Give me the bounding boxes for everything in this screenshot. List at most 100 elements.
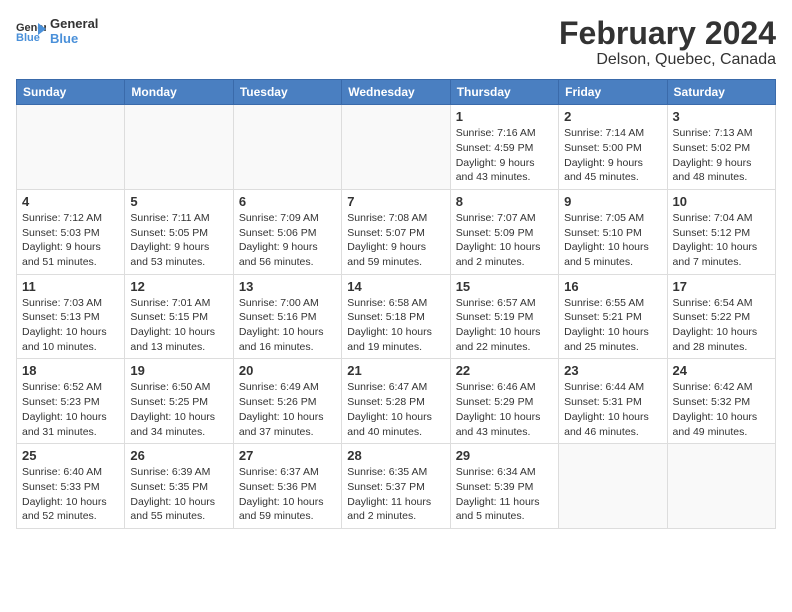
day-number: 3 bbox=[673, 109, 770, 124]
calendar-cell: 11Sunrise: 7:03 AMSunset: 5:13 PMDayligh… bbox=[17, 274, 125, 359]
day-detail: Sunrise: 7:12 AMSunset: 5:03 PMDaylight:… bbox=[22, 211, 119, 270]
day-number: 29 bbox=[456, 448, 553, 463]
calendar-cell: 12 Sunrise: 7:01 AMSunset: 5:15 PMDayligh… bbox=[125, 274, 233, 359]
day-detail: Sunrise: 7:00 AMSunset: 5:16 PMDaylight:… bbox=[239, 296, 336, 355]
calendar-cell: 25 Sunrise: 6:40 AMSunset: 5:33 PMDayligh… bbox=[17, 444, 125, 529]
calendar-cell: 1 Sunrise: 7:16 AMSunset: 4:59 PMDaylight… bbox=[450, 105, 558, 190]
day-detail: Sunrise: 7:16 AMSunset: 4:59 PMDaylight:… bbox=[456, 126, 553, 185]
calendar-cell: 5Sunrise: 7:11 AMSunset: 5:05 PMDaylight… bbox=[125, 189, 233, 274]
calendar-week-5: 25 Sunrise: 6:40 AMSunset: 5:33 PMDayligh… bbox=[17, 444, 776, 529]
title-block: February 2024 Delson, Quebec, Canada bbox=[559, 16, 776, 69]
day-number: 18 bbox=[22, 363, 119, 378]
logo-general: General bbox=[50, 16, 98, 31]
calendar-cell: 6 Sunrise: 7:09 AMSunset: 5:06 PMDaylight… bbox=[233, 189, 341, 274]
day-number: 6 bbox=[239, 194, 336, 209]
calendar-cell: 15Sunrise: 6:57 AMSunset: 5:19 PMDayligh… bbox=[450, 274, 558, 359]
calendar-cell: 2 Sunrise: 7:14 AMSunset: 5:00 PMDaylight… bbox=[559, 105, 667, 190]
day-number: 19 bbox=[130, 363, 227, 378]
calendar-body: 1 Sunrise: 7:16 AMSunset: 4:59 PMDaylight… bbox=[17, 105, 776, 529]
day-detail: Sunrise: 6:47 AMSunset: 5:28 PMDaylight:… bbox=[347, 380, 444, 439]
calendar-cell: 21 Sunrise: 6:47 AMSunset: 5:28 PMDayligh… bbox=[342, 359, 450, 444]
day-number: 5 bbox=[130, 194, 227, 209]
day-number: 17 bbox=[673, 279, 770, 294]
weekday-header-row: SundayMondayTuesdayWednesdayThursdayFrid… bbox=[17, 80, 776, 105]
weekday-header-monday: Monday bbox=[125, 80, 233, 105]
calendar-cell: 3 Sunrise: 7:13 AMSunset: 5:02 PMDaylight… bbox=[667, 105, 775, 190]
day-number: 23 bbox=[564, 363, 661, 378]
svg-text:Blue: Blue bbox=[16, 32, 40, 43]
day-detail: Sunrise: 6:54 AMSunset: 5:22 PMDaylight:… bbox=[673, 296, 770, 355]
calendar-cell: 16Sunrise: 6:55 AMSunset: 5:21 PMDayligh… bbox=[559, 274, 667, 359]
day-number: 1 bbox=[456, 109, 553, 124]
calendar-header: SundayMondayTuesdayWednesdayThursdayFrid… bbox=[17, 80, 776, 105]
day-number: 21 bbox=[347, 363, 444, 378]
weekday-header-wednesday: Wednesday bbox=[342, 80, 450, 105]
day-number: 28 bbox=[347, 448, 444, 463]
calendar-cell: 23 Sunrise: 6:44 AMSunset: 5:31 PMDayligh… bbox=[559, 359, 667, 444]
day-detail: Sunrise: 6:46 AMSunset: 5:29 PMDaylight:… bbox=[456, 380, 553, 439]
day-detail: Sunrise: 7:14 AMSunset: 5:00 PMDaylight:… bbox=[564, 126, 661, 185]
day-number: 22 bbox=[456, 363, 553, 378]
day-detail: Sunrise: 6:34 AMSunset: 5:39 PMDaylight:… bbox=[456, 465, 553, 524]
calendar-cell bbox=[233, 105, 341, 190]
day-detail: Sunrise: 6:44 AMSunset: 5:31 PMDaylight:… bbox=[564, 380, 661, 439]
day-detail: Sunrise: 6:49 AMSunset: 5:26 PMDaylight:… bbox=[239, 380, 336, 439]
day-number: 4 bbox=[22, 194, 119, 209]
day-detail: Sunrise: 6:39 AMSunset: 5:35 PMDaylight:… bbox=[130, 465, 227, 524]
calendar-cell: 18 Sunrise: 6:52 AMSunset: 5:23 PMDayligh… bbox=[17, 359, 125, 444]
weekday-header-tuesday: Tuesday bbox=[233, 80, 341, 105]
calendar-week-2: 4 Sunrise: 7:12 AMSunset: 5:03 PMDaylight… bbox=[17, 189, 776, 274]
calendar-cell: 17 Sunrise: 6:54 AMSunset: 5:22 PMDayligh… bbox=[667, 274, 775, 359]
day-number: 27 bbox=[239, 448, 336, 463]
day-detail: Sunrise: 6:50 AMSunset: 5:25 PMDaylight:… bbox=[130, 380, 227, 439]
logo: General Blue General Blue bbox=[16, 16, 98, 46]
page-title: February 2024 bbox=[559, 16, 776, 51]
logo-icon: General Blue bbox=[16, 19, 46, 43]
calendar-cell: 9Sunrise: 7:05 AMSunset: 5:10 PMDaylight… bbox=[559, 189, 667, 274]
day-detail: Sunrise: 6:40 AMSunset: 5:33 PMDaylight:… bbox=[22, 465, 119, 524]
calendar-cell: 27 Sunrise: 6:37 AMSunset: 5:36 PMDayligh… bbox=[233, 444, 341, 529]
logo-blue: Blue bbox=[50, 31, 98, 46]
calendar-cell: 20 Sunrise: 6:49 AMSunset: 5:26 PMDayligh… bbox=[233, 359, 341, 444]
weekday-header-friday: Friday bbox=[559, 80, 667, 105]
calendar-cell: 13Sunrise: 7:00 AMSunset: 5:16 PMDayligh… bbox=[233, 274, 341, 359]
day-detail: Sunrise: 7:08 AMSunset: 5:07 PMDaylight:… bbox=[347, 211, 444, 270]
calendar-week-1: 1 Sunrise: 7:16 AMSunset: 4:59 PMDaylight… bbox=[17, 105, 776, 190]
page-header: General Blue General Blue February 2024 … bbox=[16, 16, 776, 69]
calendar-cell: 8 Sunrise: 7:07 AMSunset: 5:09 PMDaylight… bbox=[450, 189, 558, 274]
calendar-cell: 19 Sunrise: 6:50 AMSunset: 5:25 PMDayligh… bbox=[125, 359, 233, 444]
day-number: 12 bbox=[130, 279, 227, 294]
day-number: 7 bbox=[347, 194, 444, 209]
day-detail: Sunrise: 7:03 AMSunset: 5:13 PMDaylight:… bbox=[22, 296, 119, 355]
weekday-header-saturday: Saturday bbox=[667, 80, 775, 105]
day-number: 25 bbox=[22, 448, 119, 463]
day-detail: Sunrise: 7:13 AMSunset: 5:02 PMDaylight:… bbox=[673, 126, 770, 185]
day-detail: Sunrise: 6:52 AMSunset: 5:23 PMDaylight:… bbox=[22, 380, 119, 439]
day-detail: Sunrise: 7:01 AMSunset: 5:15 PMDaylight:… bbox=[130, 296, 227, 355]
day-detail: Sunrise: 6:35 AMSunset: 5:37 PMDaylight:… bbox=[347, 465, 444, 524]
day-number: 26 bbox=[130, 448, 227, 463]
day-detail: Sunrise: 7:07 AMSunset: 5:09 PMDaylight:… bbox=[456, 211, 553, 270]
calendar-cell: 22 Sunrise: 6:46 AMSunset: 5:29 PMDayligh… bbox=[450, 359, 558, 444]
day-detail: Sunrise: 6:37 AMSunset: 5:36 PMDaylight:… bbox=[239, 465, 336, 524]
calendar-cell: 4 Sunrise: 7:12 AMSunset: 5:03 PMDaylight… bbox=[17, 189, 125, 274]
day-number: 10 bbox=[673, 194, 770, 209]
calendar-table: SundayMondayTuesdayWednesdayThursdayFrid… bbox=[16, 79, 776, 529]
day-number: 24 bbox=[673, 363, 770, 378]
day-number: 2 bbox=[564, 109, 661, 124]
day-detail: Sunrise: 7:05 AMSunset: 5:10 PMDaylight:… bbox=[564, 211, 661, 270]
day-detail: Sunrise: 7:09 AMSunset: 5:06 PMDaylight:… bbox=[239, 211, 336, 270]
calendar-cell: 29 Sunrise: 6:34 AMSunset: 5:39 PMDayligh… bbox=[450, 444, 558, 529]
day-number: 14 bbox=[347, 279, 444, 294]
calendar-cell bbox=[17, 105, 125, 190]
day-number: 20 bbox=[239, 363, 336, 378]
day-number: 16 bbox=[564, 279, 661, 294]
calendar-week-4: 18 Sunrise: 6:52 AMSunset: 5:23 PMDayligh… bbox=[17, 359, 776, 444]
day-number: 8 bbox=[456, 194, 553, 209]
calendar-cell: 28 Sunrise: 6:35 AMSunset: 5:37 PMDayligh… bbox=[342, 444, 450, 529]
page-subtitle: Delson, Quebec, Canada bbox=[559, 51, 776, 69]
calendar-cell: 26 Sunrise: 6:39 AMSunset: 5:35 PMDayligh… bbox=[125, 444, 233, 529]
calendar-cell bbox=[667, 444, 775, 529]
calendar-cell: 14Sunrise: 6:58 AMSunset: 5:18 PMDayligh… bbox=[342, 274, 450, 359]
calendar-week-3: 11Sunrise: 7:03 AMSunset: 5:13 PMDayligh… bbox=[17, 274, 776, 359]
